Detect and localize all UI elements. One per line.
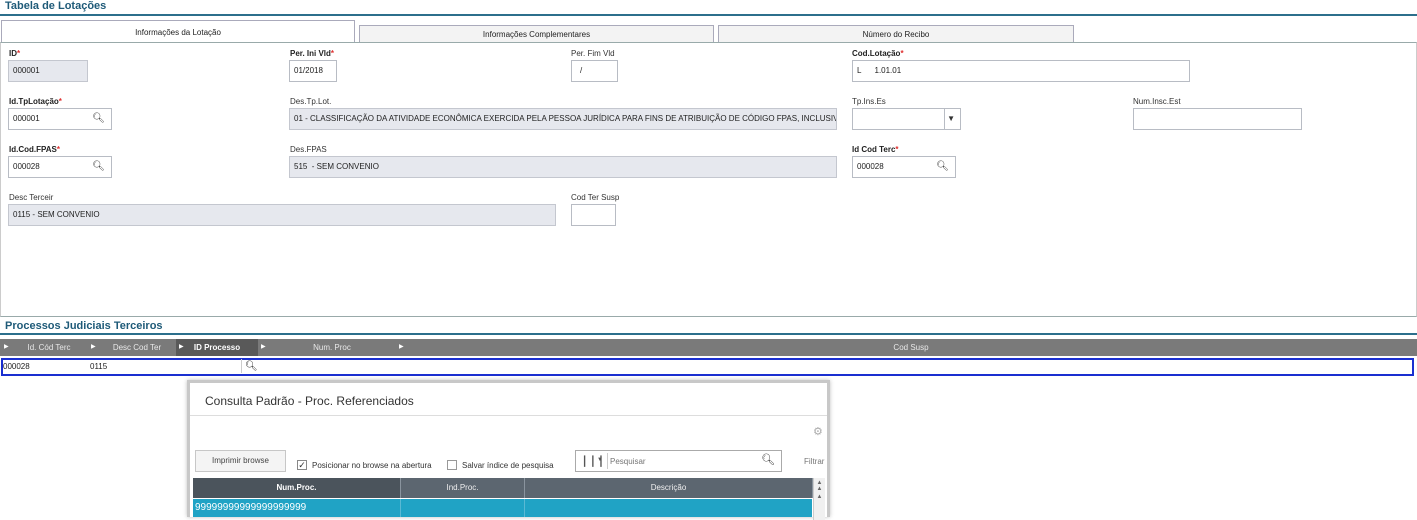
search-input[interactable] bbox=[610, 454, 760, 468]
scroll-up-icon[interactable]: ▲ bbox=[814, 494, 825, 500]
num-insc-est-label: Num.Insc.Est bbox=[1133, 97, 1181, 106]
column-arrow-icon: ▶ bbox=[91, 344, 96, 350]
cell-id-cod-terc[interactable]: 000028 bbox=[3, 360, 30, 374]
posicionar-checkbox[interactable]: ✓ bbox=[297, 460, 307, 470]
posicionar-checkbox-label: Posicionar no browse na abertura bbox=[312, 461, 432, 470]
column-num-proc[interactable]: Num. Proc bbox=[267, 339, 397, 356]
dialog-title-divider bbox=[190, 415, 827, 416]
browse-scrollbar[interactable]: ▲ ▲ ▲ bbox=[813, 478, 825, 520]
des-fpas-field: 515 - SEM CONVENIO bbox=[289, 156, 837, 178]
per-ini-label: Per. Ini Vld* bbox=[290, 49, 335, 58]
print-browse-button[interactable]: Imprimir browse bbox=[195, 450, 286, 472]
id-field[interactable]: 000001 bbox=[8, 60, 88, 82]
per-ini-field[interactable]: 01/2018 bbox=[289, 60, 337, 82]
desc-terceir-label: Desc Terceir bbox=[9, 193, 54, 202]
column-id-cod-terc[interactable]: Id. Cód Terc bbox=[10, 339, 88, 356]
id-cod-terc-value: 000028 bbox=[857, 162, 884, 171]
id-tp-lotacao-field[interactable]: 000001 🔍︎ bbox=[8, 108, 112, 130]
browse-cell-num-proc[interactable]: 99999999999999999999 bbox=[193, 499, 401, 517]
id-tp-lotacao-value: 000001 bbox=[13, 114, 40, 123]
column-arrow-icon: ▶ bbox=[261, 344, 266, 350]
scroll-top-icon[interactable]: ▲ ▲ bbox=[814, 480, 825, 492]
id-label: ID* bbox=[9, 49, 21, 58]
browse-column-descricao[interactable]: Descrição bbox=[525, 478, 813, 498]
id-tp-lotacao-label: Id.TpLotação* bbox=[9, 97, 62, 106]
select-divider bbox=[944, 109, 945, 129]
title-divider bbox=[0, 14, 1417, 16]
column-arrow-icon: ▶ bbox=[399, 344, 404, 350]
column-desc-cod-ter[interactable]: Desc Cod Ter bbox=[97, 339, 177, 356]
id-cod-fpas-field[interactable]: 000028 🔍︎ bbox=[8, 156, 112, 178]
salvar-indice-checkbox-label: Salvar índice de pesquisa bbox=[462, 461, 554, 470]
chevron-down-icon[interactable]: ▼ bbox=[947, 109, 955, 129]
search-icon[interactable]: 🔍︎ bbox=[92, 109, 105, 129]
search-icon[interactable]: 🔍︎ bbox=[92, 157, 105, 177]
salvar-indice-checkbox[interactable] bbox=[447, 460, 457, 470]
per-fim-field[interactable]: / bbox=[571, 60, 618, 82]
dialog-title: Consulta Padrão - Proc. Referenciados bbox=[205, 394, 414, 408]
search-container: ❘❘❘ ▼ 🔍︎ bbox=[575, 450, 782, 472]
browse-row[interactable]: 99999999999999999999 bbox=[193, 499, 812, 517]
search-icon[interactable]: 🔍︎ bbox=[761, 453, 775, 466]
consulta-padrao-dialog: Consulta Padrão - Proc. Referenciados ⚙ … bbox=[187, 380, 830, 520]
search-divider bbox=[607, 453, 608, 469]
column-cod-susp[interactable]: Cod Susp bbox=[405, 339, 1417, 356]
column-id-processo[interactable]: ID Processo bbox=[176, 339, 258, 356]
cod-lotacao-field[interactable]: L 1.01.01 bbox=[852, 60, 1190, 82]
cell-divider bbox=[241, 359, 242, 373]
section-divider bbox=[0, 333, 1417, 335]
per-fim-label: Per. Fim Vld bbox=[571, 49, 615, 58]
browse-column-ind-proc[interactable]: Ind.Proc. bbox=[401, 478, 525, 498]
tab-informacoes-lotacao[interactable]: Informações da Lotação bbox=[1, 20, 355, 43]
grid-header: ▶ Id. Cód Terc ▶ Desc Cod Ter ▶ ID Proce… bbox=[0, 339, 1417, 356]
cod-lotacao-label: Cod.Lotação* bbox=[852, 49, 904, 58]
cod-ter-susp-label: Cod Ter Susp bbox=[571, 193, 620, 202]
gear-icon[interactable]: ⚙ bbox=[813, 425, 823, 438]
id-cod-fpas-label: Id.Cod.FPAS* bbox=[9, 145, 60, 154]
form-panel bbox=[0, 42, 1417, 317]
search-icon[interactable]: 🔍︎ bbox=[936, 157, 949, 177]
des-tp-lot-field: 01 - CLASSIFICAÇÃO DA ATIVIDADE ECONÔMIC… bbox=[289, 108, 837, 130]
des-fpas-label: Des.FPAS bbox=[290, 145, 327, 154]
column-arrow-icon: ▶ bbox=[4, 344, 9, 350]
des-tp-lot-label: Des.Tp.Lot. bbox=[290, 97, 332, 106]
num-insc-est-field[interactable] bbox=[1133, 108, 1302, 130]
cell-desc-cod-ter[interactable]: 0115 bbox=[90, 360, 107, 374]
id-cod-terc-label: Id Cod Terc* bbox=[852, 145, 899, 154]
browse-cell-ind-proc[interactable] bbox=[401, 499, 525, 517]
desc-terceir-field: 0115 - SEM CONVENIO bbox=[8, 204, 556, 226]
column-arrow-icon: ▶ bbox=[179, 344, 184, 350]
cod-ter-susp-field[interactable] bbox=[571, 204, 616, 226]
browse-column-num-proc[interactable]: Num.Proc. bbox=[193, 478, 401, 498]
browse-cell-descricao[interactable] bbox=[525, 499, 812, 517]
search-icon[interactable]: 🔍︎ bbox=[245, 360, 258, 374]
table-row[interactable]: 000028 0115 🔍︎ bbox=[1, 358, 1414, 376]
id-cod-terc-field[interactable]: 000028 🔍︎ bbox=[852, 156, 956, 178]
page-title: Tabela de Lotações bbox=[5, 0, 107, 12]
tab-numero-recibo[interactable]: Número do Recibo bbox=[718, 25, 1074, 43]
tp-ins-es-label: Tp.Ins.Es bbox=[852, 97, 886, 106]
id-cod-fpas-value: 000028 bbox=[13, 162, 40, 171]
section-title-processos: Processos Judiciais Terceiros bbox=[5, 320, 163, 332]
tab-informacoes-complementares[interactable]: Informações Complementares bbox=[359, 25, 714, 43]
chevron-down-icon[interactable]: ▼ bbox=[597, 457, 603, 463]
filter-link[interactable]: Filtrar bbox=[804, 457, 824, 466]
tp-ins-es-select[interactable]: ▼ bbox=[852, 108, 961, 130]
